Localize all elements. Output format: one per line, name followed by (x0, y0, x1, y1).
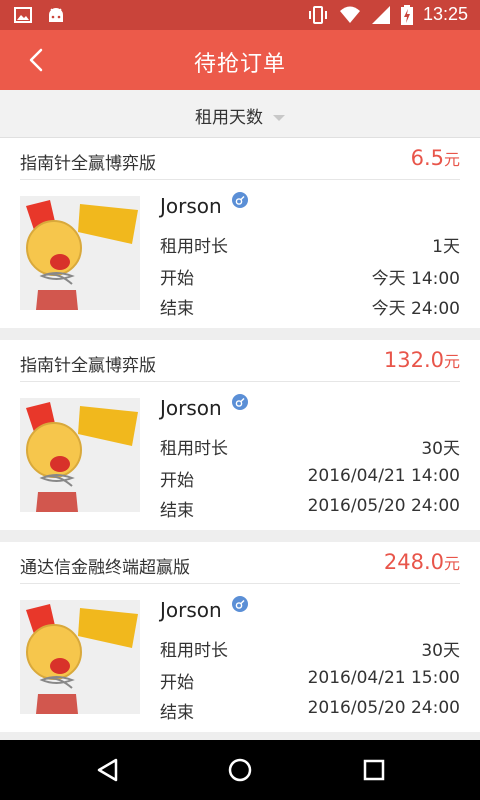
row-label: 结束 (160, 299, 194, 319)
price-value: 6.5 (410, 146, 444, 170)
info-row: 开始 今天 14:00 (160, 264, 460, 289)
info-row: 开始 2016/04/21 14:00 (160, 466, 460, 491)
product-thumbnail (20, 398, 140, 512)
row-value: 今天 24:00 (371, 299, 460, 319)
row-label: 结束 (160, 703, 194, 723)
info-row: 租用时长 30天 (160, 636, 460, 661)
male-icon (232, 192, 248, 208)
info-row: 租用时长 1天 (160, 232, 460, 257)
rental-days-filter[interactable]: 租用天数 (0, 103, 480, 128)
info-row: 开始 2016/04/21 15:00 (160, 668, 460, 693)
row-label: 开始 (160, 269, 194, 289)
filter-label: 租用天数 (195, 108, 263, 128)
user-name: Jorson (160, 194, 222, 218)
row-label: 开始 (160, 471, 194, 491)
order-header: 指南针全赢博弈版 132.0元 (20, 340, 460, 382)
order-header: 通达信金融终端超赢版 248.0元 (20, 542, 460, 584)
row-label: 开始 (160, 673, 194, 693)
row-label: 结束 (160, 501, 194, 521)
back-triangle-icon[interactable] (94, 756, 122, 784)
row-label: 租用时长 (160, 641, 228, 661)
info-row: 结束 2016/05/20 24:00 (160, 698, 460, 723)
product-thumbnail (20, 196, 140, 310)
row-value: 2016/04/21 15:00 (307, 668, 460, 688)
price-unit: 元 (443, 352, 460, 371)
row-value: 30天 (421, 641, 460, 661)
order-price: 248.0元 (384, 550, 460, 574)
row-value: 30天 (421, 439, 460, 459)
order-card[interactable]: 指南针全赢博弈版 132.0元 Jorson 租用时长 30天 开始 2016/… (0, 340, 480, 530)
row-value: 2016/05/20 24:00 (307, 496, 460, 516)
battery-icon (400, 4, 413, 25)
caret-down-icon (273, 115, 285, 121)
info-row: 结束 2016/05/20 24:00 (160, 496, 460, 521)
product-name: 指南针全赢博弈版 (20, 356, 156, 376)
product-name: 指南针全赢博弈版 (20, 154, 156, 174)
android-icon (49, 8, 63, 22)
order-price: 132.0元 (384, 348, 460, 372)
home-circle-icon[interactable] (226, 756, 254, 784)
male-icon (232, 394, 248, 410)
info-row: 结束 今天 24:00 (160, 294, 460, 319)
row-value: 2016/05/20 24:00 (307, 698, 460, 718)
order-card[interactable]: 指南针全赢博弈版 6.5元 Jorson 租用时长 1天 开始 今天 14:00… (0, 138, 480, 328)
order-price: 6.5元 (411, 146, 460, 170)
row-value: 2016/04/21 14:00 (307, 466, 460, 486)
image-icon (14, 7, 32, 23)
navigation-bar (0, 740, 480, 800)
product-name: 通达信金融终端超赢版 (20, 558, 190, 578)
recents-square-icon[interactable] (360, 756, 388, 784)
row-value: 1天 (432, 237, 460, 257)
info-row: 租用时长 30天 (160, 434, 460, 459)
price-value: 248.0 (383, 550, 444, 574)
price-value: 132.0 (383, 348, 444, 372)
page-title: 待抢订单 (193, 52, 286, 77)
status-time: 13:25 (422, 4, 468, 24)
user-name: Jorson (160, 396, 222, 420)
product-thumbnail (20, 600, 140, 714)
status-bar: 13:25 (0, 0, 480, 30)
row-label: 租用时长 (160, 439, 228, 459)
user-name: Jorson (160, 598, 222, 622)
row-label: 租用时长 (160, 237, 228, 257)
wifi-icon (339, 6, 360, 23)
price-unit: 元 (443, 150, 460, 169)
order-header: 指南针全赢博弈版 6.5元 (20, 138, 460, 180)
app-bar: 待抢订单 (0, 30, 480, 90)
price-unit: 元 (443, 554, 460, 573)
signal-icon (371, 5, 390, 24)
filter-bar: 租用天数 (0, 90, 480, 138)
vibrate-icon (308, 5, 327, 24)
male-icon (232, 596, 248, 612)
order-card[interactable]: 通达信金融终端超赢版 248.0元 Jorson 租用时长 30天 开始 201… (0, 542, 480, 732)
row-value: 今天 14:00 (371, 269, 460, 289)
